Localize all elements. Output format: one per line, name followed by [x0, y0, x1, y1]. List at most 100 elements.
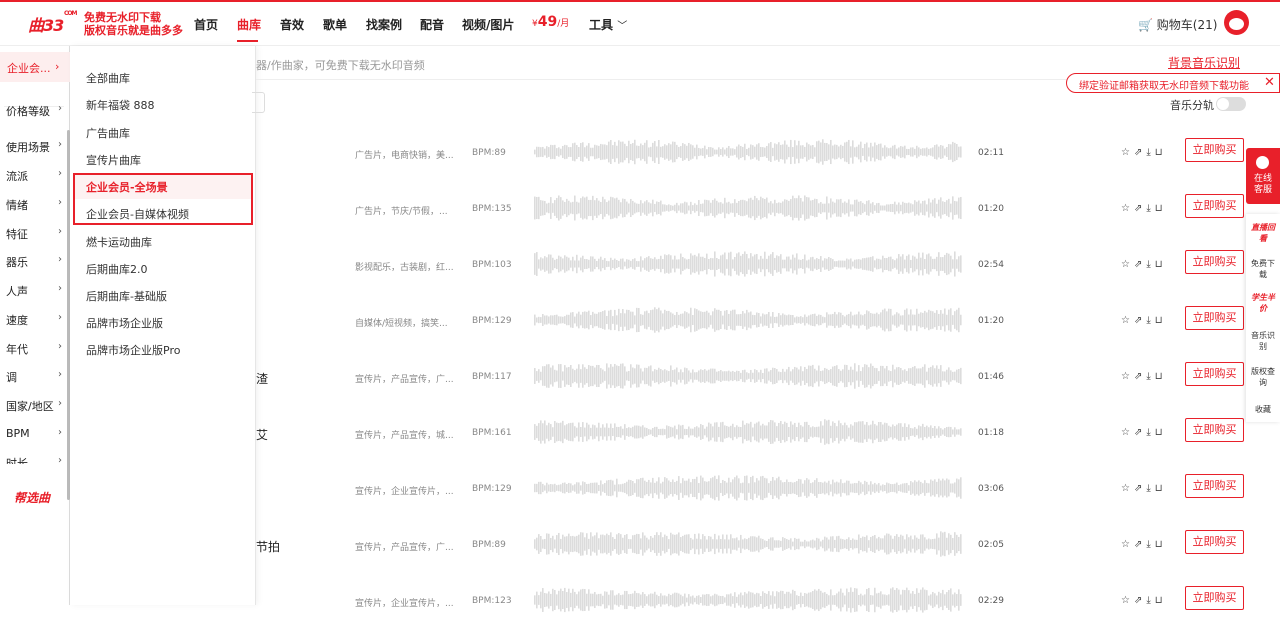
nav-video-images[interactable]: 视频/图片	[462, 16, 514, 33]
category-item[interactable]: 价格等级 ›	[6, 103, 64, 119]
track-title[interactable]: 节拍	[256, 538, 280, 555]
dropdown-item[interactable]: 燃卡运动曲库	[86, 234, 152, 250]
category-item[interactable]: BPM ›	[6, 427, 64, 440]
category-enterprise[interactable]: 企业会... ›	[0, 52, 70, 82]
dropdown-item[interactable]: 后期曲库2.0	[86, 261, 148, 277]
float-music-identify[interactable]: 音乐识别	[1246, 330, 1280, 352]
online-service-button[interactable]: 在线客服	[1246, 148, 1280, 204]
track-action-icons[interactable]: ☆⇗⤓⊔	[1121, 315, 1167, 326]
track-duration: 01:20	[978, 316, 1004, 326]
top-accent-line	[0, 0, 1280, 2]
track-bpm: BPM:135	[472, 204, 512, 214]
category-item[interactable]: 情绪 ›	[6, 197, 64, 213]
search-hint: 器/作曲家，可免费下载无水印音频	[256, 59, 425, 72]
category-item[interactable]: 国家/地区 ›	[6, 398, 64, 414]
track-tags: 宣传片，产品宣传，广...	[355, 543, 454, 553]
dropdown-item[interactable]: 宣传片曲库	[86, 152, 141, 168]
waveform[interactable]	[534, 250, 962, 278]
dropdown-item[interactable]: 广告曲库	[86, 125, 130, 141]
track-action-icons[interactable]: ☆⇗⤓⊔	[1121, 539, 1167, 550]
dropdown-item[interactable]: 企业会员-自媒体视频	[86, 206, 189, 222]
track-action-icons[interactable]: ☆⇗⤓⊔	[1121, 203, 1167, 214]
top-navbar: 曲33 COM 免费无水印下载 版权音乐就是曲多多 首页 曲库 音效 歌单 找案例…	[0, 0, 1280, 46]
category-item[interactable]: 调 ›	[6, 369, 64, 385]
category-item[interactable]: 年代 ›	[6, 341, 64, 357]
help-select-button[interactable]: 帮选曲	[14, 489, 50, 506]
track-bpm: BPM:103	[472, 260, 512, 270]
nav-home[interactable]: 首页	[194, 16, 218, 33]
dropdown-item[interactable]: 品牌市场企业版	[86, 315, 163, 331]
buy-now-button[interactable]: 立即购买	[1185, 530, 1244, 554]
category-item[interactable]: 使用场景 ›	[6, 139, 64, 155]
waveform[interactable]	[534, 530, 962, 558]
bg-music-identify-link[interactable]: 背景音乐识别	[1168, 54, 1240, 71]
avatar[interactable]	[1224, 10, 1249, 35]
track-row[interactable]: 渣 宣传片，产品宣传，广... BPM:117 01:46 ☆⇗⤓⊔ 立即购买	[256, 358, 1246, 398]
waveform[interactable]	[534, 474, 962, 502]
buy-now-button[interactable]: 立即购买	[1185, 138, 1244, 162]
category-item[interactable]: 流派 ›	[6, 168, 64, 184]
category-item[interactable]: 时长 ›	[6, 455, 64, 464]
category-item[interactable]: 速度 ›	[6, 312, 64, 328]
track-title[interactable]: 艾	[256, 426, 268, 443]
buy-now-button[interactable]: 立即购买	[1185, 418, 1244, 442]
nav-active-underline	[237, 40, 258, 42]
track-action-icons[interactable]: ☆⇗⤓⊔	[1121, 259, 1167, 270]
dropdown-item[interactable]: 后期曲库-基础版	[86, 288, 167, 304]
category-item[interactable]: 人声 ›	[6, 283, 64, 299]
waveform[interactable]	[534, 194, 962, 222]
track-duration: 02:05	[978, 540, 1004, 550]
track-row[interactable]: 宣传片，企业宣传片，... BPM:123 02:29 ☆⇗⤓⊔ 立即购买	[256, 582, 1246, 622]
dropdown-item-active[interactable]: 企业会员-全场景	[86, 179, 168, 195]
nav-tools[interactable]: 工具 ﹀	[589, 16, 627, 33]
track-row[interactable]: 艾 宣传片，产品宣传，城... BPM:161 01:18 ☆⇗⤓⊔ 立即购买	[256, 414, 1246, 454]
nav-playlists[interactable]: 歌单	[323, 16, 347, 33]
buy-now-button[interactable]: 立即购买	[1185, 250, 1244, 274]
float-live-replay[interactable]: 直播回看	[1246, 222, 1280, 244]
float-favorites[interactable]: 收藏	[1246, 404, 1280, 415]
waveform[interactable]	[534, 138, 962, 166]
site-logo[interactable]: 曲33 COM	[28, 10, 78, 35]
track-title[interactable]: 渣	[256, 370, 268, 387]
track-action-icons[interactable]: ☆⇗⤓⊔	[1121, 371, 1167, 382]
dropdown-item[interactable]: 新年福袋 888	[86, 97, 155, 113]
nav-library[interactable]: 曲库	[237, 16, 261, 33]
nav-cases[interactable]: 找案例	[366, 16, 402, 33]
dropdown-item[interactable]: 全部曲库	[86, 70, 130, 86]
chat-icon	[1256, 156, 1269, 169]
float-student-half-price[interactable]: 学生半价	[1246, 292, 1280, 314]
track-row[interactable]: 节拍 宣传片，产品宣传，广... BPM:89 02:05 ☆⇗⤓⊔ 立即购买	[256, 526, 1246, 566]
waveform[interactable]	[534, 362, 962, 390]
buy-now-button[interactable]: 立即购买	[1185, 586, 1244, 610]
waveform[interactable]	[534, 306, 962, 334]
track-row[interactable]: 自媒体/短视频，搞笑... BPM:129 01:20 ☆⇗⤓⊔ 立即购买	[256, 302, 1246, 342]
category-item[interactable]: 特征 ›	[6, 226, 64, 242]
track-action-icons[interactable]: ☆⇗⤓⊔	[1121, 427, 1167, 438]
nav-dubbing[interactable]: 配音	[420, 16, 444, 33]
stem-split-toggle[interactable]	[1216, 97, 1246, 111]
track-action-icons[interactable]: ☆⇗⤓⊔	[1121, 483, 1167, 494]
filter-box-edge[interactable]	[252, 92, 265, 113]
float-copyright-check[interactable]: 版权查询	[1246, 366, 1280, 388]
track-row[interactable]: 影视配乐，古装剧，红... BPM:103 02:54 ☆⇗⤓⊔ 立即购买	[256, 246, 1246, 286]
bind-email-tip[interactable]: 绑定验证邮箱获取无水印音频下载功能 ✕	[1066, 73, 1280, 93]
close-icon[interactable]: ✕	[1264, 75, 1275, 90]
price-promo[interactable]: ¥49/月	[532, 14, 569, 30]
buy-now-button[interactable]: 立即购买	[1185, 194, 1244, 218]
waveform[interactable]	[534, 418, 962, 446]
track-action-icons[interactable]: ☆⇗⤓⊔	[1121, 595, 1167, 606]
track-row[interactable]: 广告片，电商快销，美... BPM:89 02:11 ☆⇗⤓⊔ 立即购买	[256, 134, 1246, 174]
dropdown-item[interactable]: 品牌市场企业版Pro	[86, 342, 180, 358]
waveform[interactable]	[534, 586, 962, 614]
float-free-download[interactable]: 免费下载	[1246, 258, 1280, 280]
cart-button[interactable]: 🛒 购物车(21)	[1138, 16, 1217, 33]
track-row[interactable]: 广告片，节庆/节假，... BPM:135 01:20 ☆⇗⤓⊔ 立即购买	[256, 190, 1246, 230]
track-tags: 广告片，节庆/节假，...	[355, 207, 448, 217]
category-item[interactable]: 器乐 ›	[6, 254, 64, 270]
buy-now-button[interactable]: 立即购买	[1185, 306, 1244, 330]
track-row[interactable]: 宣传片，企业宣传片，... BPM:129 03:06 ☆⇗⤓⊔ 立即购买	[256, 470, 1246, 510]
track-action-icons[interactable]: ☆⇗⤓⊔	[1121, 147, 1167, 158]
buy-now-button[interactable]: 立即购买	[1185, 362, 1244, 386]
buy-now-button[interactable]: 立即购买	[1185, 474, 1244, 498]
nav-sound-effects[interactable]: 音效	[280, 16, 304, 33]
